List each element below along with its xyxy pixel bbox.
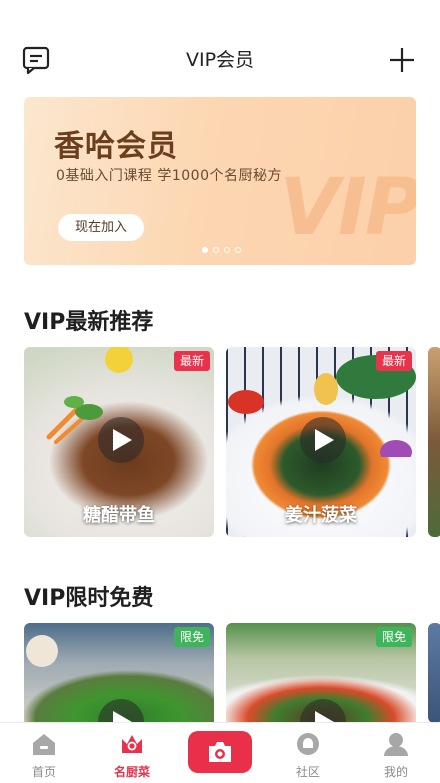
carousel-dots [202, 247, 241, 253]
section-title-free: VIP限时免费 [24, 586, 154, 611]
vip-watermark: VIP [279, 163, 416, 253]
page-title: VIP会员 [185, 49, 255, 71]
recipe-title: 糖醋带鱼 [83, 505, 155, 526]
vip-banner[interactable]: VIP 香哈会员 0基础入门课程 学1000个名厨秘方 现在加入 [24, 97, 416, 265]
free-recipes-list: 限免 限免 [24, 623, 440, 723]
play-icon [315, 429, 334, 451]
recipe-card[interactable]: 最新 姜汁菠菜 [226, 347, 416, 537]
tab-chef-dishes[interactable]: 名厨菜 [92, 723, 172, 783]
banner-subtitle: 0基础入门课程 学1000个名厨秘方 [56, 168, 282, 184]
carousel-dot[interactable] [224, 247, 230, 253]
recipe-card[interactable]: 最新 糖醋带鱼 [24, 347, 214, 537]
recipe-card[interactable]: 限免 [226, 623, 416, 723]
tab-label: 名厨菜 [113, 765, 150, 779]
header: VIP会员 [0, 0, 440, 100]
recipe-card-partial[interactable] [428, 347, 440, 537]
profile-icon [384, 733, 408, 756]
camera-icon [209, 742, 231, 762]
community-icon [297, 733, 319, 755]
camera-button[interactable] [188, 731, 252, 773]
free-badge: 限免 [375, 627, 412, 647]
tab-label: 首页 [31, 765, 56, 779]
carousel-dot[interactable] [202, 247, 208, 253]
recipe-title: 姜汁菠菜 [285, 505, 357, 526]
tab-label: 社区 [295, 765, 320, 779]
tab-profile[interactable]: 我的 [356, 723, 436, 783]
carousel-dot[interactable] [213, 247, 219, 253]
new-badge: 最新 [375, 351, 412, 371]
recipe-card-partial[interactable] [428, 623, 440, 723]
play-icon [315, 711, 334, 723]
carousel-dot[interactable] [235, 247, 241, 253]
section-title-latest: VIP最新推荐 [24, 310, 154, 335]
plus-icon[interactable] [388, 46, 416, 74]
tab-community[interactable]: 社区 [268, 723, 348, 783]
play-icon [113, 429, 132, 451]
latest-recipes-list: 最新 糖醋带鱼 最新 姜汁菠菜 [24, 347, 440, 537]
new-badge: 最新 [173, 351, 210, 371]
play-icon [113, 711, 132, 723]
play-button[interactable] [300, 699, 346, 723]
garlic-image [26, 635, 58, 667]
chef-hat-icon [122, 735, 142, 753]
free-badge: 限免 [173, 627, 210, 647]
play-button[interactable] [300, 417, 346, 463]
tab-home[interactable]: 首页 [4, 723, 84, 783]
banner-title: 香哈会员 [54, 129, 178, 164]
play-button[interactable] [98, 699, 144, 723]
play-button[interactable] [98, 417, 144, 463]
tab-label: 我的 [383, 765, 408, 779]
lemon-image [105, 347, 133, 373]
home-icon [33, 734, 55, 755]
join-now-button[interactable]: 现在加入 [58, 214, 144, 241]
recipe-card[interactable]: 限免 [24, 623, 214, 723]
